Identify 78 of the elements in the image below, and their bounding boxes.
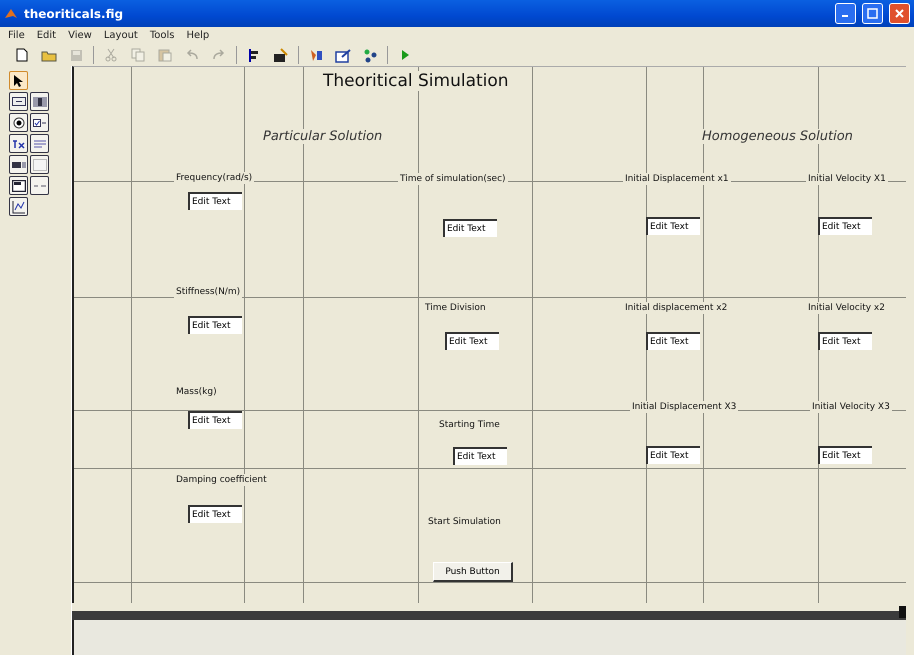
field-label: Time of simulation(sec) — [398, 173, 508, 185]
input-field[interactable]: Edit Text — [818, 446, 872, 464]
slider-icon — [32, 96, 46, 106]
field-label: Initial displacement x2 — [623, 302, 730, 314]
clipboard-icon — [158, 48, 172, 62]
undo-icon — [185, 49, 199, 61]
field-label: Frequency(rad/s) — [174, 172, 254, 184]
menu-item[interactable]: Layout — [104, 30, 138, 41]
menu-item[interactable]: File — [8, 30, 25, 41]
field-label: Initial Velocity x2 — [806, 302, 887, 314]
listbox-icon — [32, 158, 46, 170]
static-text-tool[interactable] — [30, 134, 49, 153]
input-field[interactable]: Edit Text — [445, 332, 499, 350]
input-field[interactable]: Edit Text — [818, 332, 872, 350]
text-lines-icon — [32, 138, 46, 148]
section-heading: Particular Solution — [261, 129, 384, 144]
popup-menu-tool[interactable] — [9, 155, 28, 174]
input-field[interactable]: Edit Text — [646, 446, 700, 464]
menu-item[interactable]: View — [68, 30, 92, 41]
input-field[interactable]: Edit Text — [818, 217, 872, 235]
copy-icon — [130, 48, 146, 62]
maximize-icon — [867, 8, 878, 19]
input-field[interactable]: Edit Text — [646, 217, 700, 235]
chart-icon — [12, 200, 26, 214]
editor-icon — [308, 48, 324, 62]
menu-editor-icon — [273, 48, 289, 62]
run-icon — [400, 49, 410, 61]
pointer-tool[interactable] — [9, 71, 28, 90]
scissors-icon — [105, 48, 117, 62]
mark-tool-button[interactable] — [30, 113, 49, 132]
axes-tool[interactable] — [9, 197, 28, 216]
app-logo-icon — [4, 6, 18, 20]
resize-handle[interactable] — [899, 606, 906, 618]
option-tool-button[interactable] — [9, 113, 28, 132]
close-icon — [894, 8, 905, 19]
panel-tool[interactable] — [9, 176, 28, 195]
input-field[interactable]: Edit Text — [188, 316, 242, 334]
menu-item[interactable]: Help — [186, 30, 210, 41]
field-label: Mass(kg) — [174, 386, 219, 398]
edit-text-icon — [12, 138, 26, 148]
push-button-tool[interactable] — [9, 92, 28, 111]
button-group-tool[interactable] — [30, 176, 49, 195]
popup-menu-icon — [12, 160, 26, 168]
field-label: Initial Velocity X3 — [810, 401, 892, 413]
field-label: Initial Velocity X1 — [806, 173, 888, 185]
window-title: theoriticals.fig — [24, 6, 124, 20]
input-field[interactable]: Edit Text — [443, 219, 497, 237]
maximize-button[interactable] — [862, 3, 883, 24]
radio-icon — [12, 116, 24, 128]
input-field[interactable]: Edit Text — [188, 411, 242, 429]
input-field[interactable]: Edit Text — [453, 447, 507, 465]
field-label: Initial Displacement X3 — [630, 401, 738, 413]
tree-icon — [362, 48, 378, 62]
panel-icon — [12, 180, 26, 192]
push-button-icon — [12, 97, 26, 106]
menu-item[interactable]: Edit — [36, 30, 56, 41]
redo-icon — [212, 49, 226, 61]
menu-item[interactable]: Tools — [150, 30, 174, 41]
field-label: Stiffness(N/m) — [174, 286, 242, 298]
minimize-button[interactable] — [835, 3, 856, 24]
close-button[interactable] — [889, 3, 910, 24]
field-label: Starting Time — [437, 419, 502, 431]
section-heading: Homogeneous Solution — [700, 129, 855, 144]
input-field[interactable]: Edit Text — [188, 505, 242, 523]
align-icon — [248, 48, 260, 62]
input-field[interactable]: Edit Text — [646, 332, 700, 350]
field-label: Initial Displacement x1 — [623, 173, 731, 185]
input-field[interactable]: Edit Text — [188, 192, 242, 210]
listbox-tool[interactable] — [30, 155, 49, 174]
inspector-icon — [334, 48, 352, 62]
slider-tool[interactable] — [30, 92, 49, 111]
field-label: Damping coefficient — [174, 474, 269, 486]
new-file-icon — [16, 48, 28, 62]
edit-text-tool[interactable] — [9, 134, 28, 153]
push-button[interactable]: Push Button — [433, 562, 513, 582]
checkbox-icon — [33, 118, 46, 128]
pointer-icon — [13, 74, 24, 87]
folder-icon — [41, 48, 57, 62]
